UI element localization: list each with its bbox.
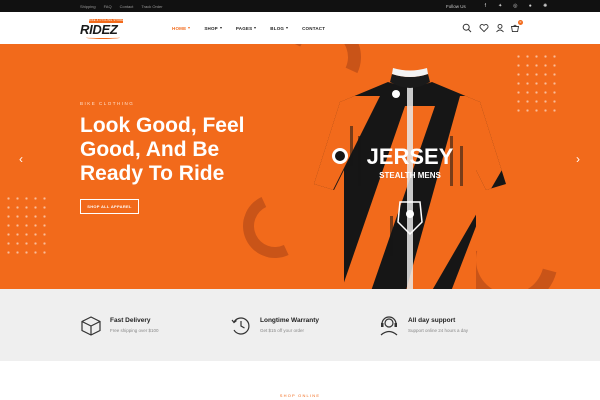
hero-headline: Look Good, Feel Good, And Be Ready To Ri… <box>80 114 290 186</box>
top-bar: Shipping FAQ Contact Track Order Follow … <box>0 0 600 12</box>
site-logo[interactable]: BIKE & CYCLING STORE RIDEZ <box>80 19 124 39</box>
cart-count-badge: 0 <box>518 20 523 25</box>
nav-contact[interactable]: CONTACT <box>302 26 325 31</box>
nav-pages[interactable]: PAGES <box>236 26 257 31</box>
headline-line: Look Good, Feel <box>80 114 245 137</box>
shipping-link[interactable]: Shipping <box>80 4 96 9</box>
track-order-link[interactable]: Track Order <box>141 4 162 9</box>
hero-eyebrow: BIKE CLOTHING <box>80 101 135 106</box>
dot-pattern <box>514 52 560 112</box>
chevron-down-icon <box>254 27 257 29</box>
logo-swoosh <box>86 36 120 39</box>
support-headset-icon <box>380 316 398 336</box>
shop-all-apparel-button[interactable]: SHOP ALL APPAREL <box>80 199 139 214</box>
contact-link[interactable]: Contact <box>120 4 134 9</box>
feature-subtitle: Support online 24 hours a day <box>408 328 469 333</box>
delivery-box-icon <box>81 316 101 336</box>
section-label: SHOP ONLINE <box>279 393 321 398</box>
decorative-ring <box>233 184 317 268</box>
instagram-icon[interactable]: ◎ <box>508 3 523 9</box>
feature-subtitle: Get $15 off your order <box>260 328 304 333</box>
hero-banner: BIKE CLOTHING Look Good, Feel Good, And … <box>0 44 600 289</box>
dot-pattern <box>4 194 52 256</box>
headline-line: Good, And Be <box>80 138 220 161</box>
jersey-text: JERSEY <box>367 144 454 169</box>
main-header: BIKE & CYCLING STORE RIDEZ HOME SHOP PAG… <box>0 12 600 44</box>
dribbble-icon[interactable]: ✺ <box>538 3 553 9</box>
slider-next-arrow-icon[interactable]: › <box>572 152 584 166</box>
faq-link[interactable]: FAQ <box>104 4 112 9</box>
nav-shop[interactable]: SHOP <box>204 26 222 31</box>
pinterest-icon[interactable]: ● <box>523 3 538 9</box>
top-links: Shipping FAQ Contact Track Order <box>80 0 171 12</box>
heart-icon[interactable] <box>479 23 489 33</box>
feature-title: Fast Delivery <box>110 317 151 324</box>
features-strip: Fast Delivery Free shipping over $100 Lo… <box>0 289 600 361</box>
slider-prev-arrow-icon[interactable]: ‹ <box>15 152 27 166</box>
user-icon[interactable] <box>495 23 505 33</box>
feature-subtitle: Free shipping over $100 <box>110 328 159 333</box>
jersey-subtext: STEALTH MENS <box>379 171 441 180</box>
main-nav: HOME SHOP PAGES BLOG CONTACT <box>172 12 339 44</box>
follow-us-label: Follow Us <box>446 3 466 9</box>
logo-wordmark: RIDEZ <box>80 22 118 37</box>
chevron-down-icon <box>188 27 191 29</box>
chevron-down-icon <box>286 27 289 29</box>
nav-blog[interactable]: BLOG <box>270 26 289 31</box>
twitter-icon[interactable]: ✦ <box>493 3 508 9</box>
nav-home[interactable]: HOME <box>172 26 191 31</box>
search-icon[interactable] <box>462 23 472 33</box>
facebook-icon[interactable]: f <box>478 3 493 9</box>
follow-us: Follow Us f ✦ ◎ ● ✺ <box>446 0 553 12</box>
feature-title: Longtime Warranty <box>260 317 319 324</box>
headline-line: Ready To Ride <box>80 162 225 185</box>
warranty-clock-icon <box>231 317 250 335</box>
feature-title: All day support <box>408 317 456 324</box>
chevron-down-icon <box>219 27 222 29</box>
cycling-jersey-image: JERSEY STEALTH MENS <box>314 68 506 289</box>
